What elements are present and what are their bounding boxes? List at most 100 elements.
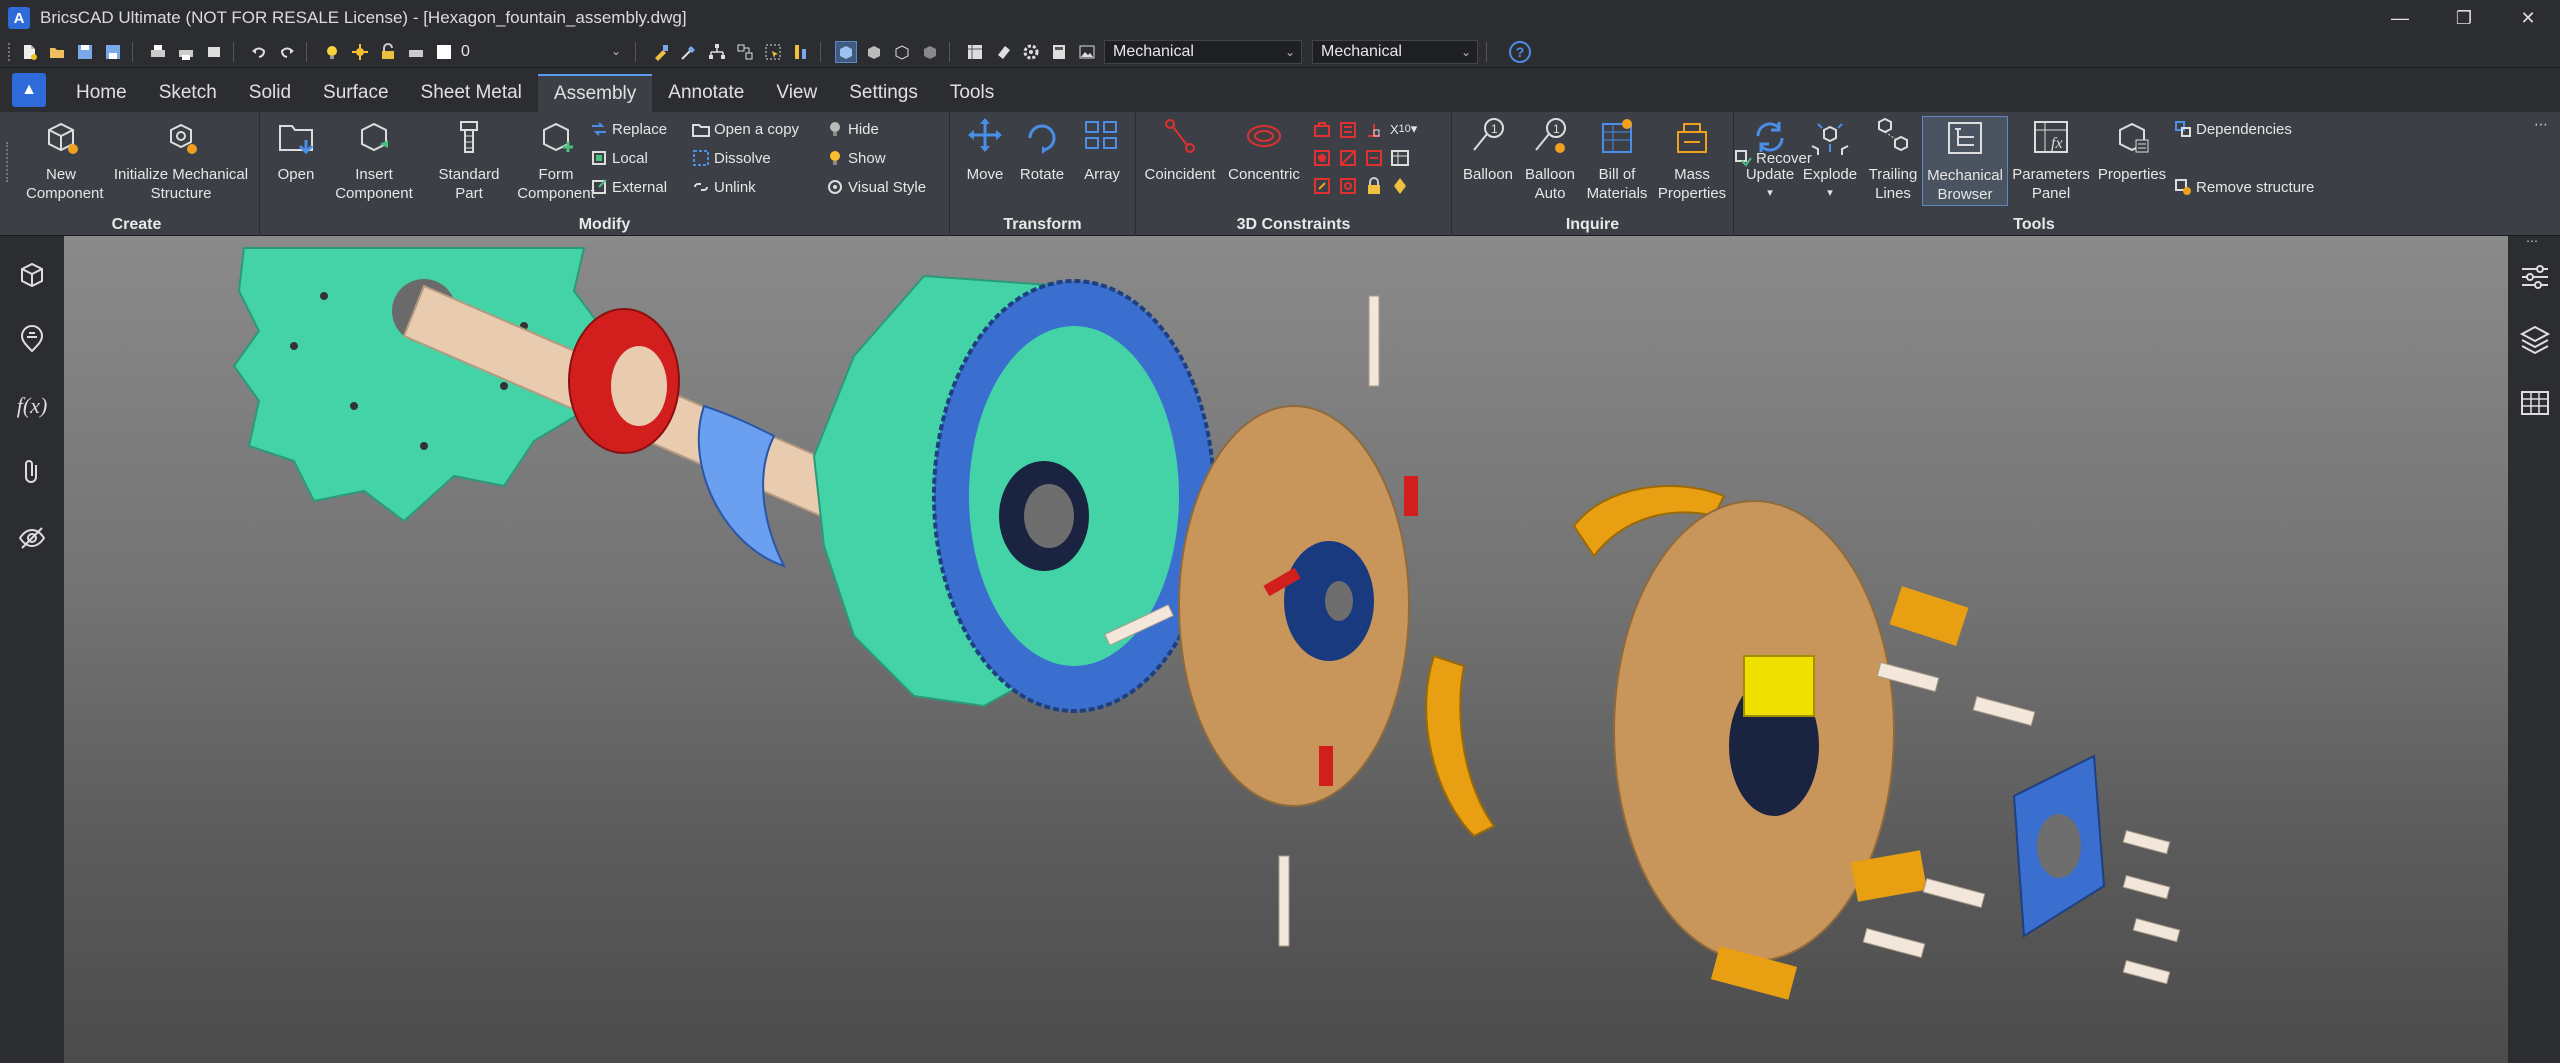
sheet-set-icon[interactable] — [964, 41, 986, 63]
tab-view[interactable]: View — [760, 74, 833, 112]
open-copy-button[interactable]: Open a copy — [692, 118, 799, 140]
properties-sliders-icon[interactable] — [2518, 260, 2552, 294]
layer-print-icon[interactable] — [405, 41, 427, 63]
application-menu-button[interactable]: ▲ — [12, 73, 46, 107]
constraint-tangent-icon[interactable] — [1312, 148, 1332, 168]
save-icon[interactable] — [74, 41, 96, 63]
replace-button[interactable]: Replace — [590, 118, 667, 140]
layer-on-icon[interactable] — [321, 41, 343, 63]
remove-structure-button[interactable]: Remove structure — [2174, 176, 2314, 198]
layer-dropdown-arrow[interactable]: ⌄ — [611, 40, 627, 64]
visual-style-3-icon[interactable] — [891, 41, 913, 63]
tab-settings[interactable]: Settings — [833, 74, 934, 112]
help-icon[interactable]: ? — [1509, 40, 1531, 63]
tree-icon[interactable] — [706, 41, 728, 63]
hide-button[interactable]: Hide — [826, 118, 879, 140]
mechanical-browser-button[interactable]: Mechanical Browser — [1922, 116, 2008, 206]
publish-icon[interactable] — [203, 41, 225, 63]
restore-button[interactable]: ❐ — [2432, 0, 2496, 36]
print-icon[interactable] — [147, 41, 169, 63]
layer-color-icon[interactable] — [433, 41, 455, 63]
image-icon[interactable] — [1076, 41, 1098, 63]
concentric-button[interactable]: Concentric — [1222, 116, 1306, 184]
match-properties-icon[interactable] — [650, 41, 672, 63]
bill-of-materials-button[interactable]: Bill of Materials — [1582, 116, 1652, 203]
show-button[interactable]: Show — [826, 147, 886, 169]
settings-icon[interactable] — [1020, 41, 1042, 63]
visual-style-button[interactable]: Visual Style — [826, 176, 926, 198]
constraint-flip-icon[interactable] — [1390, 176, 1410, 196]
table-icon[interactable] — [2518, 386, 2552, 420]
insert-component-button[interactable]: Insert Component — [322, 116, 426, 203]
array-button[interactable]: Array — [1074, 116, 1130, 184]
constraint-table-icon[interactable] — [1390, 148, 1410, 168]
recover-button[interactable]: Recover — [1734, 147, 1812, 169]
parameters-icon[interactable]: f(x) — [14, 388, 50, 424]
dissolve-button[interactable]: Dissolve — [692, 147, 771, 169]
workspace-dropdown-2[interactable]: Mechanical ⌄ — [1312, 39, 1478, 64]
layer-freeze-icon[interactable] — [349, 41, 371, 63]
constraint-distance-icon[interactable] — [1364, 148, 1384, 168]
redo-icon[interactable] — [276, 41, 298, 63]
rotate-button[interactable]: Rotate — [1014, 116, 1070, 184]
explode-dropdown-arrow[interactable]: ▾ — [1798, 184, 1862, 203]
ribbon-grip[interactable] — [6, 142, 9, 182]
blue-ring-gear[interactable] — [932, 279, 1216, 713]
initialize-structure-button[interactable]: Initialize Mechanical Structure — [108, 116, 254, 203]
red-flange[interactable] — [568, 308, 680, 454]
undo-icon[interactable] — [248, 41, 270, 63]
bronze-plate-left[interactable] — [1178, 405, 1418, 807]
constraint-angle-icon[interactable] — [1338, 148, 1358, 168]
toolbar-grip[interactable] — [8, 42, 12, 61]
tab-home[interactable]: Home — [60, 74, 143, 112]
dependencies-button[interactable]: Dependencies — [2174, 118, 2292, 140]
open-button[interactable]: Open — [266, 116, 326, 184]
external-button[interactable]: External — [590, 176, 667, 198]
layer-lock-icon[interactable] — [377, 41, 399, 63]
new-component-button[interactable]: New Component — [16, 116, 106, 203]
plot-icon[interactable] — [175, 41, 197, 63]
coincident-button[interactable]: Coincident — [1140, 116, 1220, 184]
parameters-panel-button[interactable]: fx Parameters Panel — [2010, 116, 2092, 203]
local-button[interactable]: Local — [590, 147, 648, 169]
library-icon[interactable] — [14, 322, 50, 358]
mass-properties-button[interactable]: Mass Properties — [1652, 116, 1732, 203]
pick-icon[interactable] — [678, 41, 700, 63]
save-as-icon[interactable] — [102, 41, 124, 63]
model-viewport[interactable] — [64, 236, 2508, 1063]
tab-annotate[interactable]: Annotate — [652, 74, 760, 112]
properties-button[interactable]: Properties — [2092, 116, 2172, 184]
close-button[interactable]: ✕ — [2496, 0, 2560, 36]
minimize-button[interactable]: — — [2368, 0, 2432, 36]
tab-sketch[interactable]: Sketch — [143, 74, 233, 112]
panel-options-icon[interactable]: ⋯ — [2526, 234, 2538, 248]
structure-icon[interactable] — [734, 41, 756, 63]
update-dropdown-arrow[interactable]: ▾ — [1740, 184, 1800, 203]
layers-icon[interactable] — [2518, 322, 2552, 356]
visibility-icon[interactable] — [14, 520, 50, 556]
open-file-icon[interactable] — [46, 41, 68, 63]
constraint-fix-icon[interactable] — [1312, 120, 1332, 140]
constraint-lock-icon[interactable] — [1312, 176, 1332, 196]
unlink-button[interactable]: Unlink — [692, 176, 756, 198]
ribbon-options-icon[interactable]: ⋯ — [2534, 116, 2548, 133]
tab-surface[interactable]: Surface — [307, 74, 404, 112]
new-file-icon[interactable] — [18, 41, 40, 63]
constraint-parallel-icon[interactable] — [1338, 120, 1358, 140]
blue-flange-plate[interactable] — [2012, 754, 2106, 938]
exploded-assembly-model[interactable] — [64, 236, 2508, 1063]
tab-assembly[interactable]: Assembly — [537, 74, 653, 112]
visual-style-1-icon[interactable] — [835, 40, 857, 63]
balloon-auto-button[interactable]: 1 Balloon Auto — [1518, 116, 1582, 203]
balloon-button[interactable]: 1 Balloon — [1456, 116, 1520, 184]
eraser-icon[interactable] — [992, 41, 1014, 63]
trailing-lines-button[interactable]: Trailing Lines — [1860, 116, 1926, 203]
visual-style-2-icon[interactable] — [863, 41, 885, 63]
constraint-perpendicular-icon[interactable] — [1364, 120, 1384, 140]
mechanical-browser-icon[interactable] — [14, 256, 50, 292]
filter-icon[interactable] — [790, 41, 812, 63]
tab-tools[interactable]: Tools — [934, 74, 1010, 112]
constraint-rigid-set-button[interactable]: X 10 ▾ — [1390, 118, 1417, 140]
bronze-plate-right[interactable] — [1613, 500, 1895, 962]
tab-sheet-metal[interactable]: Sheet Metal — [405, 74, 538, 112]
